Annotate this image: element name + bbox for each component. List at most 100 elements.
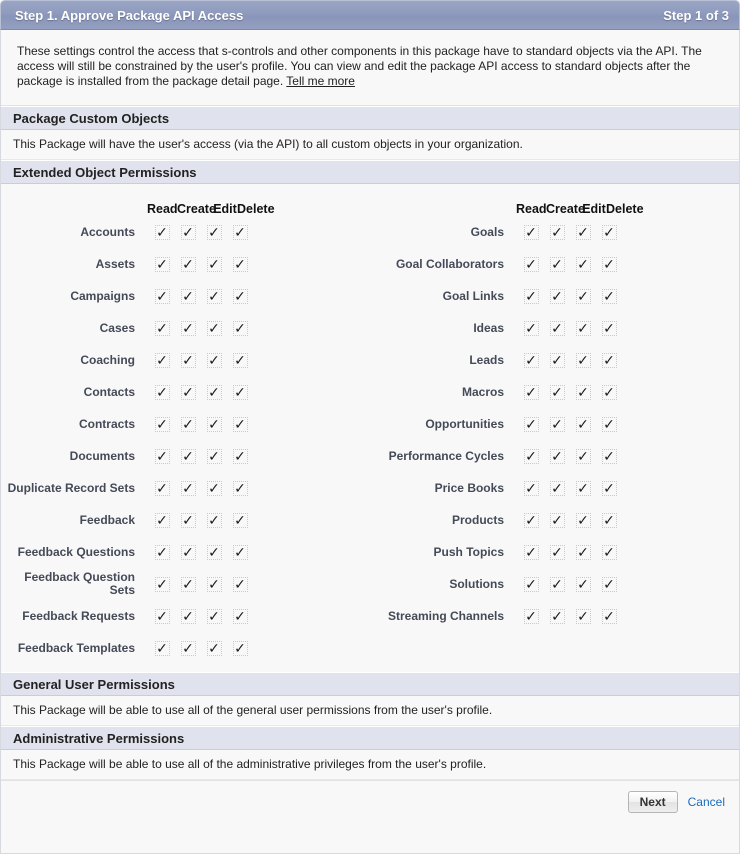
permission-checkbox-read[interactable]: ✓ — [149, 481, 175, 496]
permission-checkbox-delete[interactable]: ✓ — [227, 289, 253, 304]
permission-checkbox-delete[interactable]: ✓ — [227, 609, 253, 624]
permission-checkbox-create[interactable]: ✓ — [544, 257, 570, 272]
permission-checkbox-create[interactable]: ✓ — [544, 609, 570, 624]
permission-checkbox-edit[interactable]: ✓ — [570, 289, 596, 304]
permission-checkbox-edit[interactable]: ✓ — [570, 481, 596, 496]
permission-checkbox-delete[interactable]: ✓ — [596, 513, 622, 528]
permission-checkbox-delete[interactable]: ✓ — [227, 257, 253, 272]
permission-checkbox-edit[interactable]: ✓ — [570, 577, 596, 592]
permission-checkbox-delete[interactable]: ✓ — [596, 481, 622, 496]
permission-checkbox-read[interactable]: ✓ — [518, 545, 544, 560]
tell-me-more-link[interactable]: Tell me more — [286, 74, 355, 88]
next-button[interactable]: Next — [628, 791, 678, 813]
permission-checkbox-delete[interactable]: ✓ — [227, 449, 253, 464]
permission-checkbox-create[interactable]: ✓ — [175, 609, 201, 624]
permission-checkbox-read[interactable]: ✓ — [518, 353, 544, 368]
permission-checkbox-create[interactable]: ✓ — [175, 449, 201, 464]
permission-checkbox-create[interactable]: ✓ — [175, 417, 201, 432]
permission-checkbox-delete[interactable]: ✓ — [596, 609, 622, 624]
permission-checkbox-delete[interactable]: ✓ — [596, 321, 622, 336]
permission-checkbox-edit[interactable]: ✓ — [201, 609, 227, 624]
permission-checkbox-create[interactable]: ✓ — [175, 545, 201, 560]
permission-checkbox-edit[interactable]: ✓ — [201, 513, 227, 528]
permission-checkbox-delete[interactable]: ✓ — [596, 385, 622, 400]
permission-checkbox-create[interactable]: ✓ — [544, 481, 570, 496]
permission-checkbox-create[interactable]: ✓ — [175, 577, 201, 592]
permission-checkbox-delete[interactable]: ✓ — [596, 449, 622, 464]
permission-checkbox-edit[interactable]: ✓ — [201, 385, 227, 400]
permission-checkbox-create[interactable]: ✓ — [544, 353, 570, 368]
permission-checkbox-edit[interactable]: ✓ — [570, 353, 596, 368]
permission-checkbox-read[interactable]: ✓ — [518, 321, 544, 336]
permission-checkbox-edit[interactable]: ✓ — [201, 577, 227, 592]
permission-checkbox-delete[interactable]: ✓ — [596, 353, 622, 368]
permission-checkbox-read[interactable]: ✓ — [149, 353, 175, 368]
permission-checkbox-read[interactable]: ✓ — [518, 577, 544, 592]
permission-checkbox-edit[interactable]: ✓ — [570, 257, 596, 272]
permission-checkbox-edit[interactable]: ✓ — [570, 545, 596, 560]
permission-checkbox-create[interactable]: ✓ — [175, 353, 201, 368]
permission-checkbox-read[interactable]: ✓ — [518, 289, 544, 304]
permission-checkbox-delete[interactable]: ✓ — [227, 353, 253, 368]
permission-checkbox-read[interactable]: ✓ — [149, 289, 175, 304]
permission-checkbox-read[interactable]: ✓ — [149, 577, 175, 592]
permission-checkbox-edit[interactable]: ✓ — [201, 289, 227, 304]
permission-checkbox-read[interactable]: ✓ — [149, 225, 175, 240]
permission-checkbox-edit[interactable]: ✓ — [201, 449, 227, 464]
permission-checkbox-edit[interactable]: ✓ — [570, 417, 596, 432]
permission-checkbox-delete[interactable]: ✓ — [596, 545, 622, 560]
permission-checkbox-edit[interactable]: ✓ — [201, 353, 227, 368]
permission-checkbox-edit[interactable]: ✓ — [201, 257, 227, 272]
permission-checkbox-create[interactable]: ✓ — [175, 321, 201, 336]
permission-checkbox-delete[interactable]: ✓ — [596, 225, 622, 240]
permission-checkbox-read[interactable]: ✓ — [149, 641, 175, 656]
permission-checkbox-create[interactable]: ✓ — [175, 481, 201, 496]
permission-checkbox-delete[interactable]: ✓ — [227, 545, 253, 560]
permission-checkbox-create[interactable]: ✓ — [544, 417, 570, 432]
permission-checkbox-read[interactable]: ✓ — [149, 449, 175, 464]
permission-checkbox-edit[interactable]: ✓ — [201, 321, 227, 336]
permission-checkbox-read[interactable]: ✓ — [149, 609, 175, 624]
permission-checkbox-edit[interactable]: ✓ — [570, 513, 596, 528]
permission-checkbox-create[interactable]: ✓ — [544, 513, 570, 528]
permission-checkbox-delete[interactable]: ✓ — [227, 641, 253, 656]
permission-checkbox-delete[interactable]: ✓ — [227, 385, 253, 400]
permission-checkbox-delete[interactable]: ✓ — [227, 321, 253, 336]
cancel-link[interactable]: Cancel — [688, 795, 725, 809]
permission-checkbox-edit[interactable]: ✓ — [201, 481, 227, 496]
permission-checkbox-edit[interactable]: ✓ — [570, 609, 596, 624]
permission-checkbox-read[interactable]: ✓ — [149, 417, 175, 432]
permission-checkbox-delete[interactable]: ✓ — [596, 417, 622, 432]
permission-checkbox-delete[interactable]: ✓ — [227, 225, 253, 240]
permission-checkbox-create[interactable]: ✓ — [544, 321, 570, 336]
permission-checkbox-read[interactable]: ✓ — [518, 609, 544, 624]
permission-checkbox-edit[interactable]: ✓ — [570, 385, 596, 400]
permission-checkbox-read[interactable]: ✓ — [518, 481, 544, 496]
permission-checkbox-create[interactable]: ✓ — [175, 225, 201, 240]
permission-checkbox-delete[interactable]: ✓ — [227, 417, 253, 432]
permission-checkbox-create[interactable]: ✓ — [175, 513, 201, 528]
permission-checkbox-read[interactable]: ✓ — [518, 417, 544, 432]
permission-checkbox-read[interactable]: ✓ — [518, 225, 544, 240]
permission-checkbox-create[interactable]: ✓ — [544, 577, 570, 592]
permission-checkbox-delete[interactable]: ✓ — [227, 577, 253, 592]
permission-checkbox-create[interactable]: ✓ — [175, 641, 201, 656]
permission-checkbox-create[interactable]: ✓ — [175, 289, 201, 304]
permission-checkbox-read[interactable]: ✓ — [149, 513, 175, 528]
permission-checkbox-edit[interactable]: ✓ — [570, 321, 596, 336]
permission-checkbox-create[interactable]: ✓ — [544, 225, 570, 240]
permission-checkbox-create[interactable]: ✓ — [544, 289, 570, 304]
permission-checkbox-delete[interactable]: ✓ — [596, 289, 622, 304]
permission-checkbox-create[interactable]: ✓ — [175, 257, 201, 272]
permission-checkbox-read[interactable]: ✓ — [149, 321, 175, 336]
permission-checkbox-edit[interactable]: ✓ — [201, 545, 227, 560]
permission-checkbox-read[interactable]: ✓ — [518, 385, 544, 400]
permission-checkbox-read[interactable]: ✓ — [518, 513, 544, 528]
permission-checkbox-read[interactable]: ✓ — [518, 257, 544, 272]
permission-checkbox-read[interactable]: ✓ — [518, 449, 544, 464]
permission-checkbox-read[interactable]: ✓ — [149, 545, 175, 560]
permission-checkbox-edit[interactable]: ✓ — [570, 449, 596, 464]
permission-checkbox-create[interactable]: ✓ — [175, 385, 201, 400]
permission-checkbox-edit[interactable]: ✓ — [570, 225, 596, 240]
permission-checkbox-create[interactable]: ✓ — [544, 545, 570, 560]
